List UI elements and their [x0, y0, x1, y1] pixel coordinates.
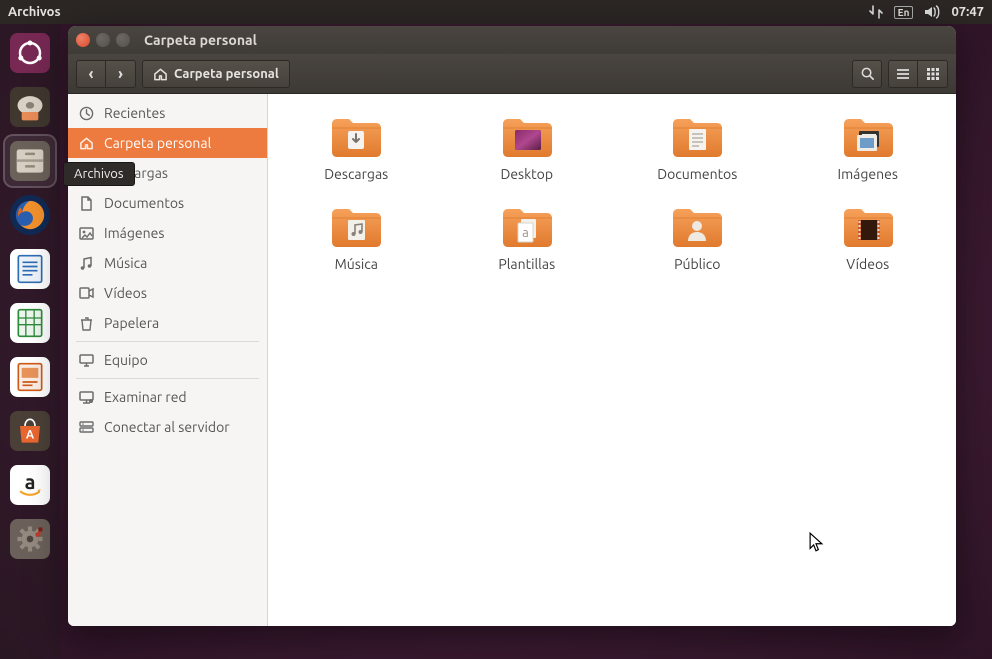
clock-icon — [78, 105, 94, 121]
sidebar-item-video[interactable]: Vídeos — [68, 278, 267, 308]
launcher-files[interactable] — [5, 136, 55, 186]
sidebar-item-trash[interactable]: Papelera — [68, 308, 267, 338]
folder-icon — [328, 114, 384, 160]
svg-text:A: A — [26, 429, 35, 442]
clock-indicator[interactable]: 07:47 — [951, 5, 984, 19]
sidebar-item-home[interactable]: Carpeta personal — [68, 128, 267, 158]
folder-public[interactable]: Público — [637, 204, 758, 272]
files-window: Carpeta personal ‹ › Carpeta personal Re… — [68, 26, 956, 626]
sidebar-item-label: Papelera — [104, 315, 159, 331]
server-icon — [78, 419, 94, 435]
search-button[interactable] — [852, 60, 882, 88]
folder-icon — [669, 204, 725, 250]
sidebar-item-label: Imágenes — [104, 225, 164, 241]
folder-label: Música — [335, 256, 378, 272]
launcher-amazon[interactable]: a — [5, 460, 55, 510]
sidebar-item-computer[interactable]: Equipo — [68, 345, 267, 375]
folder-music[interactable]: Música — [296, 204, 417, 272]
launcher: Aa — [0, 24, 60, 659]
folder-label: Imágenes — [838, 166, 898, 182]
folder-templates[interactable]: a Plantillas — [467, 204, 588, 272]
network-icon — [78, 389, 94, 405]
folder-videos[interactable]: Vídeos — [808, 204, 929, 272]
folder-images[interactable]: Imágenes — [808, 114, 929, 182]
folder-icon — [499, 114, 555, 160]
active-app-label: Archivos — [8, 5, 61, 19]
content-area[interactable]: Descargas Desktop Documentos Imágenes Música… — [268, 94, 956, 626]
folder-icon: a — [499, 204, 555, 250]
sidebar-item-server[interactable]: Conectar al servidor — [68, 412, 267, 442]
launcher-ubiquity[interactable] — [5, 82, 55, 132]
window-title: Carpeta personal — [144, 32, 257, 48]
forward-button[interactable]: › — [106, 60, 136, 88]
doc-icon — [78, 195, 94, 211]
back-button[interactable]: ‹ — [76, 60, 106, 88]
home-icon — [153, 67, 168, 81]
sidebar-item-label: Conectar al servidor — [104, 419, 230, 435]
icon-view-button[interactable] — [918, 60, 948, 88]
launcher-software[interactable]: A — [5, 406, 55, 456]
video-icon — [78, 285, 94, 301]
svg-text:a: a — [522, 226, 529, 240]
list-view-button[interactable] — [888, 60, 918, 88]
sidebar-item-label: Vídeos — [104, 285, 147, 301]
image-icon — [78, 225, 94, 241]
close-button[interactable] — [76, 33, 90, 47]
folder-download[interactable]: Descargas — [296, 114, 417, 182]
path-label: Carpeta personal — [174, 67, 279, 81]
pathbar[interactable]: Carpeta personal — [142, 60, 290, 88]
sidebar-item-clock[interactable]: Recientes — [68, 98, 267, 128]
sidebar-separator — [76, 378, 259, 379]
home-icon — [78, 135, 94, 151]
sidebar-item-label: Examinar red — [104, 389, 187, 405]
network-indicator[interactable] — [868, 5, 884, 19]
computer-icon — [78, 352, 94, 368]
folder-label: Documentos — [657, 166, 737, 182]
toolbar: ‹ › Carpeta personal — [68, 54, 956, 94]
cursor-icon — [808, 532, 824, 556]
folder-icon — [328, 204, 384, 250]
music-icon — [78, 255, 94, 271]
folder-label: Plantillas — [498, 256, 555, 272]
sidebar-item-network[interactable]: Examinar red — [68, 382, 267, 412]
folder-label: Vídeos — [846, 256, 889, 272]
folder-desktop[interactable]: Desktop — [467, 114, 588, 182]
folder-label: Descargas — [324, 166, 388, 182]
folder-icon — [840, 114, 896, 160]
trash-icon — [78, 315, 94, 331]
minimize-button[interactable] — [96, 33, 110, 47]
folder-label: Desktop — [500, 166, 553, 182]
launcher-firefox[interactable] — [5, 190, 55, 240]
launcher-writer[interactable] — [5, 244, 55, 294]
sidebar-item-doc[interactable]: Documentos — [68, 188, 267, 218]
folder-icon — [669, 114, 725, 160]
launcher-impress[interactable] — [5, 352, 55, 402]
launcher-settings[interactable] — [5, 514, 55, 564]
top-panel: Archivos En 07:47 — [0, 0, 992, 24]
sidebar-item-label: Documentos — [104, 195, 184, 211]
window-titlebar[interactable]: Carpeta personal — [68, 26, 956, 54]
folder-documents[interactable]: Documentos — [637, 114, 758, 182]
launcher-tooltip: Archivos — [63, 162, 135, 186]
sidebar-item-label: Recientes — [104, 105, 165, 121]
launcher-calc[interactable] — [5, 298, 55, 348]
launcher-dash[interactable] — [5, 28, 55, 78]
sound-indicator[interactable] — [923, 5, 941, 19]
sidebar-item-label: Carpeta personal — [104, 135, 211, 151]
sidebar-item-label: Música — [104, 255, 147, 271]
sidebar-item-image[interactable]: Imágenes — [68, 218, 267, 248]
folder-icon — [840, 204, 896, 250]
sidebar-item-label: Equipo — [104, 352, 148, 368]
language-indicator[interactable]: En — [894, 6, 914, 19]
sidebar-separator — [76, 341, 259, 342]
sidebar-item-music[interactable]: Música — [68, 248, 267, 278]
folder-label: Público — [674, 256, 720, 272]
svg-text:a: a — [25, 470, 36, 493]
maximize-button[interactable] — [116, 33, 130, 47]
